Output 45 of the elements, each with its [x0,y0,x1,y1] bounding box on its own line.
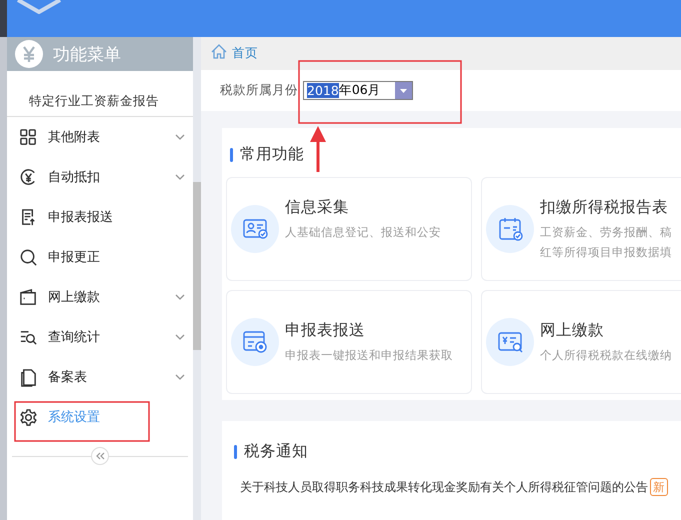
menu-item[interactable]: 网上缴款 [7,277,193,317]
new-badge: 新 [650,478,668,496]
grid-icon [19,128,38,146]
document-icon [19,368,38,386]
function-card[interactable]: 扣缴所得税报告表 工资薪金、劳务报酬、稿 红等所得项目申报数据填 [481,177,681,281]
menu-item[interactable]: 申报表报送 [7,197,193,237]
form-send-icon [231,318,279,366]
card-title: 扣缴所得税报告表 [540,197,669,218]
card-title: 信息采集 [285,197,350,218]
section-title: 税务通知 [244,441,308,462]
yen-icon [15,40,43,68]
menu-title: 功能菜单 [53,44,121,66]
wallet-icon [19,288,38,306]
card-title: 申报表报送 [285,320,366,340]
logo-drawing [16,0,62,14]
bill-search-icon [486,318,534,366]
breadcrumb-link[interactable]: 首页 [232,45,258,62]
annotation-arrow [310,126,326,172]
tax-form-icon [486,205,534,253]
settings-icon [19,408,38,426]
menu-item[interactable]: 申报更正 [7,237,193,277]
card-description: 红等所得项目申报数据填 [540,244,672,261]
field-label: 税款所属月份 [220,82,298,99]
card-description: 个人所得税税款在线缴纳 [540,346,672,364]
double-chevron-left-icon [96,452,104,460]
collapse-button[interactable] [91,447,109,465]
notice-link[interactable]: 关于科技人员取得职务科技成果转化现金奖励有关个人所得税征管问题的公告 [240,478,648,496]
menu-item[interactable]: 自动抵扣 [7,157,193,197]
id-card-icon [231,205,279,253]
dropdown-icon [395,82,412,99]
menu-item[interactable]: 查询统计 [7,317,193,357]
menu-item[interactable]: 备案表 [7,357,193,397]
submenu-item[interactable]: 特定行业工资薪金报告 [29,93,159,110]
menu-item[interactable]: 其他附表 [7,117,193,157]
card-description: 申报表一键报送和申报结果获取 [285,346,453,364]
scrollbar[interactable] [193,37,201,520]
section-title: 常用功能 [240,144,304,165]
function-card[interactable]: 网上缴款 个人所得税税款在线缴纳 [481,290,681,394]
card-description: 工资薪金、劳务报酬、稿 [540,224,672,241]
card-title: 网上缴款 [540,320,605,340]
function-card[interactable]: 信息采集 人基础信息登记、报送和公安 [226,177,472,281]
function-card[interactable]: 申报表报送 申报表一键报送和申报结果获取 [226,290,472,394]
month-select[interactable]: 2018年06月 [303,81,413,100]
card-description: 人基础信息登记、报送和公安 [285,224,441,241]
search-icon [19,248,38,266]
